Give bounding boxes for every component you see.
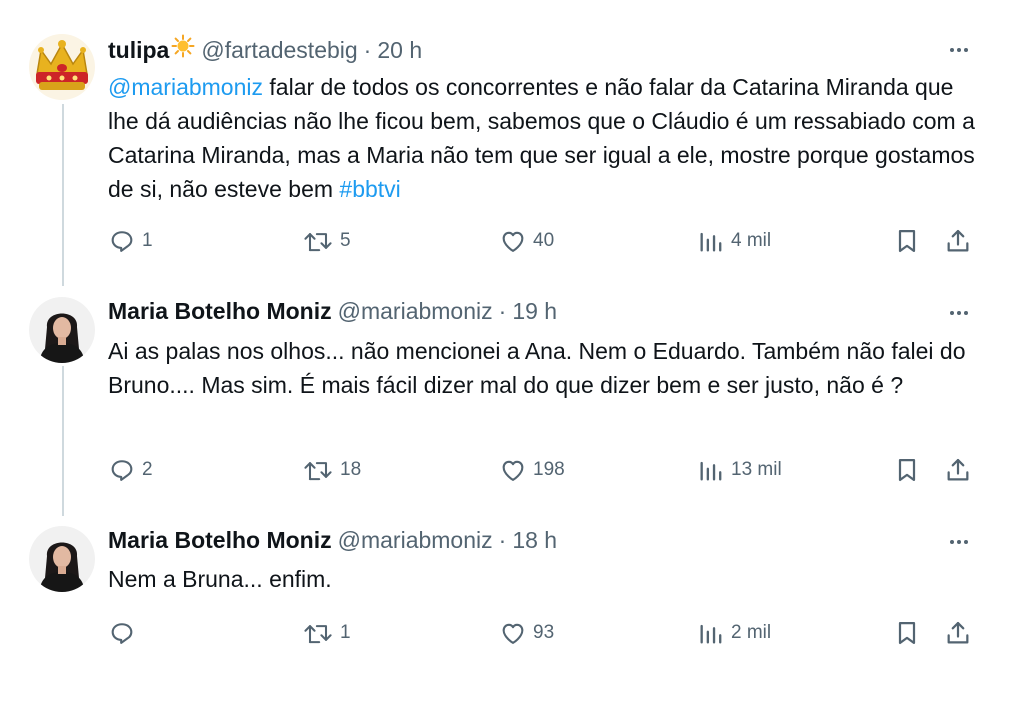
views-count: 4 mil xyxy=(731,230,772,251)
user-handle[interactable]: @mariabmoniz xyxy=(338,527,493,554)
more-icon[interactable] xyxy=(942,301,976,325)
retweet-count: 1 xyxy=(340,622,351,643)
tweet-header: Maria Botelho Moniz @mariabmoniz · 19 h xyxy=(108,298,557,325)
retweet-count: 18 xyxy=(340,459,362,480)
more-icon[interactable] xyxy=(942,530,976,554)
hashtag-link[interactable]: #bbtvi xyxy=(339,176,400,202)
reply-icon xyxy=(111,623,133,644)
views-icon xyxy=(700,461,722,481)
sun-emoji-icon xyxy=(171,34,195,64)
separator-dot: · xyxy=(498,527,507,553)
like-button[interactable]: 40 xyxy=(499,224,554,258)
display-name[interactable]: tulipa xyxy=(108,37,169,64)
avatar[interactable] xyxy=(29,297,95,363)
share-icon xyxy=(947,621,969,644)
retweet-icon xyxy=(304,462,332,481)
views-icon xyxy=(700,232,722,252)
tweet-actions: 1 5 40 4 mil xyxy=(0,224,1024,258)
tweet-header: tulipa @fartadestebig · 20 h xyxy=(108,34,422,64)
like-button[interactable]: 198 xyxy=(499,453,565,487)
share-icon xyxy=(947,458,969,481)
tweet-header: Maria Botelho Moniz @mariabmoniz · 18 h xyxy=(108,527,557,554)
like-count: 40 xyxy=(533,230,555,251)
more-icon[interactable] xyxy=(942,38,976,62)
tweet-actions: 1 93 2 mil xyxy=(0,616,1024,650)
user-handle[interactable]: @fartadestebig xyxy=(201,37,357,64)
heart-icon xyxy=(502,231,524,252)
avatar[interactable] xyxy=(29,34,95,100)
retweet-button[interactable]: 5 xyxy=(302,224,351,258)
bookmark-icon xyxy=(898,229,916,253)
heart-icon xyxy=(502,623,524,644)
retweet-count: 5 xyxy=(340,230,351,251)
views-button[interactable]: 2 mil xyxy=(697,616,771,650)
bookmark-icon xyxy=(898,458,916,482)
share-icon xyxy=(947,229,969,252)
tweet-3[interactable]: Maria Botelho Moniz @mariabmoniz · 18 h … xyxy=(0,514,1024,664)
retweet-icon xyxy=(304,625,332,644)
retweet-button[interactable]: 1 xyxy=(302,616,351,650)
reply-button[interactable]: 1 xyxy=(108,224,153,258)
display-name[interactable]: Maria Botelho Moniz xyxy=(108,527,332,554)
bookmark-button[interactable] xyxy=(893,616,921,650)
separator-dot: · xyxy=(363,37,372,63)
reply-icon xyxy=(111,460,133,481)
tweet-1[interactable]: tulipa @fartadestebig · 20 h @mariabmoni… xyxy=(0,0,1024,280)
avatar[interactable] xyxy=(29,526,95,592)
bookmark-icon xyxy=(898,621,916,645)
share-button[interactable] xyxy=(944,453,972,487)
reply-icon xyxy=(111,231,133,252)
tweet-text: Ai as palas nos olhos... não mencionei a… xyxy=(108,338,966,398)
retweet-button[interactable]: 18 xyxy=(302,453,361,487)
display-name[interactable]: Maria Botelho Moniz xyxy=(108,298,332,325)
tweet-text: @mariabmoniz falar de todos os concorren… xyxy=(108,70,988,206)
like-button[interactable]: 93 xyxy=(499,616,554,650)
views-count: 2 mil xyxy=(731,622,772,643)
retweet-icon xyxy=(304,233,332,252)
mention-link[interactable]: @mariabmoniz xyxy=(108,74,263,100)
like-count: 198 xyxy=(533,459,565,480)
timestamp[interactable]: 18 h xyxy=(512,527,557,554)
bookmark-button[interactable] xyxy=(893,453,921,487)
share-button[interactable] xyxy=(944,224,972,258)
views-button[interactable]: 13 mil xyxy=(697,453,782,487)
reply-button[interactable] xyxy=(108,616,142,650)
heart-icon xyxy=(502,460,524,481)
tweet-2[interactable]: Maria Botelho Moniz @mariabmoniz · 19 h … xyxy=(0,285,1024,515)
timestamp[interactable]: 19 h xyxy=(512,298,557,325)
share-button[interactable] xyxy=(944,616,972,650)
separator-dot: · xyxy=(498,298,507,324)
views-icon xyxy=(700,624,722,644)
tweet-actions: 2 18 198 13 mil xyxy=(0,453,1024,487)
tweet-text: Nem a Bruna... enfim. xyxy=(108,566,332,592)
views-count: 13 mil xyxy=(731,459,782,480)
user-handle[interactable]: @mariabmoniz xyxy=(338,298,493,325)
timestamp[interactable]: 20 h xyxy=(377,37,422,64)
reply-button[interactable]: 2 xyxy=(108,453,153,487)
like-count: 93 xyxy=(533,622,555,643)
reply-count: 2 xyxy=(142,459,153,480)
views-button[interactable]: 4 mil xyxy=(697,224,771,258)
reply-count: 1 xyxy=(142,230,153,251)
bookmark-button[interactable] xyxy=(893,224,921,258)
